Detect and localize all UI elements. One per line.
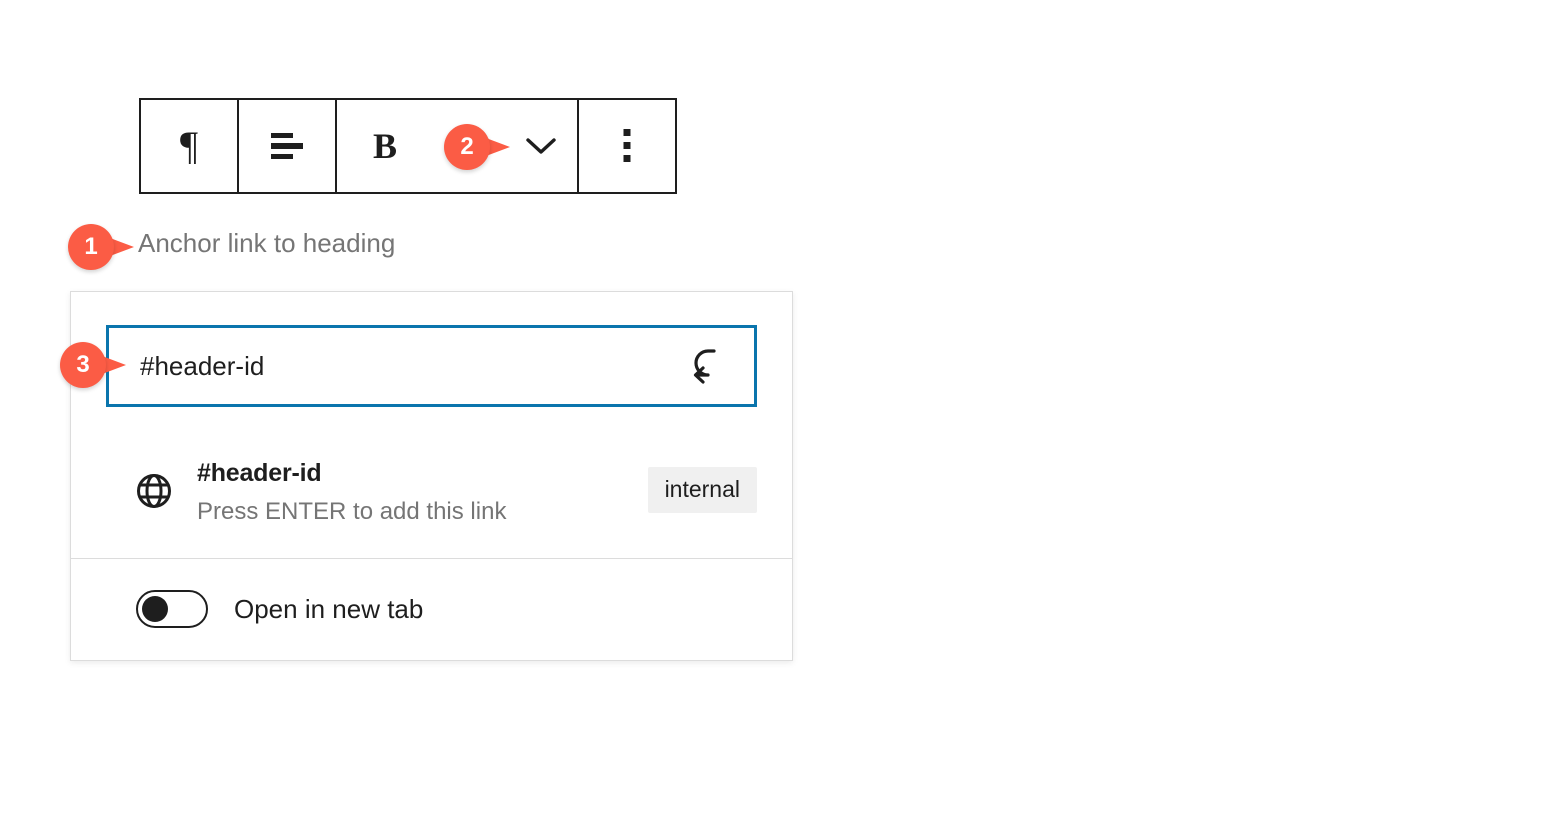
enter-return-arrow-icon — [686, 344, 728, 389]
link-suggestion-subtitle: Press ENTER to add this link — [197, 495, 648, 529]
link-button[interactable] — [433, 100, 505, 192]
open-in-new-tab-label: Open in new tab — [234, 596, 423, 622]
url-input[interactable] — [140, 328, 684, 404]
callout-marker-1-number: 1 — [68, 224, 114, 270]
anchor-link-label: Anchor link to heading — [138, 228, 395, 259]
toolbar-group-alignment — [237, 100, 335, 192]
more-rich-text-button[interactable] — [505, 100, 577, 192]
pin-body-icon — [68, 224, 114, 270]
pin-tip-icon — [94, 232, 134, 262]
link-suggestion-text: #header-id Press ENTER to add this link — [197, 457, 648, 528]
block-options-button[interactable] — [579, 100, 675, 192]
chevron-down-icon — [524, 135, 558, 157]
toolbar-group-formatting: B — [335, 100, 577, 192]
callout-marker-1: 1 — [68, 224, 134, 270]
toolbar-group-options — [577, 100, 675, 192]
align-left-icon — [268, 129, 306, 163]
link-suggestion-title: #header-id — [197, 457, 648, 491]
link-type-badge: internal — [648, 467, 757, 513]
link-icon — [448, 133, 490, 159]
open-in-new-tab-toggle[interactable] — [136, 590, 208, 628]
toolbar-group-block-type: ¶ — [141, 100, 237, 192]
ellipsis-vertical-icon — [621, 127, 633, 165]
block-toolbar: ¶ B — [139, 98, 677, 194]
link-suggestion-item[interactable]: #header-id Press ENTER to add this link … — [71, 435, 792, 558]
new-tab-setting-row: Open in new tab — [71, 559, 792, 660]
url-input-wrapper[interactable] — [106, 325, 757, 407]
toggle-knob — [142, 596, 168, 622]
bold-icon: B — [373, 128, 397, 164]
link-popover-panel: #header-id Press ENTER to add this link … — [70, 291, 793, 661]
pilcrow-icon: ¶ — [180, 126, 198, 166]
globe-icon — [135, 472, 173, 510]
bold-button[interactable]: B — [337, 100, 433, 192]
block-type-paragraph-button[interactable]: ¶ — [141, 100, 237, 192]
link-input-section — [71, 292, 792, 435]
submit-link-button[interactable] — [684, 343, 730, 389]
align-text-button[interactable] — [239, 100, 335, 192]
